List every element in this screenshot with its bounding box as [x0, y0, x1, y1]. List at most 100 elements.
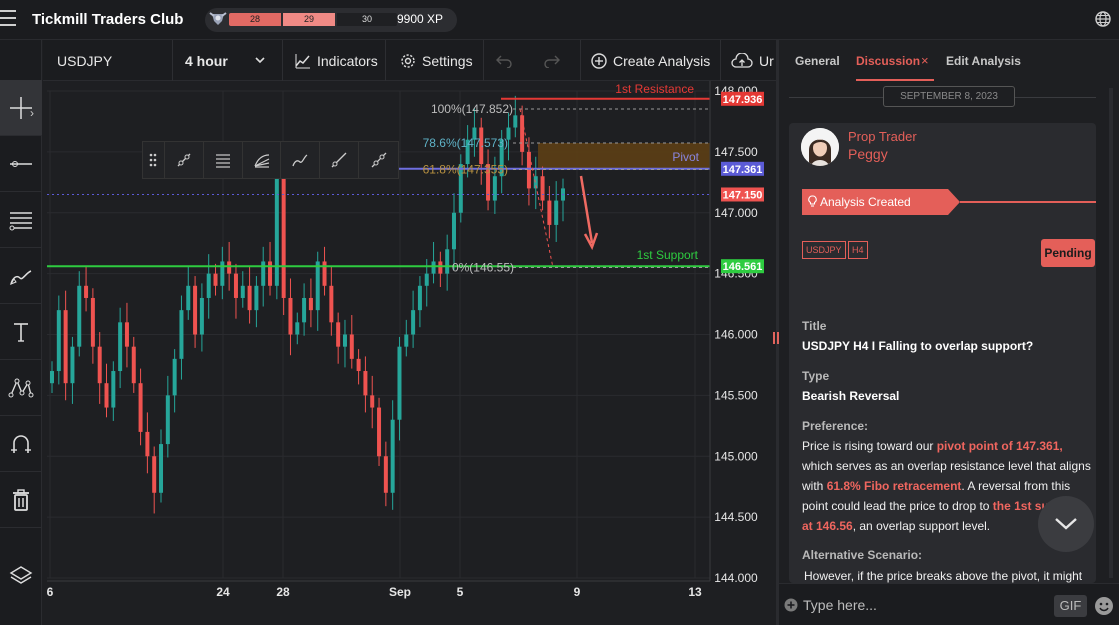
- tab-discussion[interactable]: Discussion: [856, 54, 920, 68]
- candle: [70, 346, 75, 384]
- candle: [329, 285, 334, 323]
- candle: [138, 383, 143, 432]
- interval-tag: H4: [848, 241, 868, 259]
- upload-label: Ur: [759, 52, 774, 69]
- gif-button[interactable]: GIF: [1054, 595, 1087, 617]
- candle: [206, 273, 211, 298]
- xp-progress: 28 29 30 9900 XP: [205, 8, 457, 32]
- upload-button[interactable]: Ur: [721, 40, 776, 81]
- candle: [404, 334, 409, 347]
- x-tick-label: 28: [276, 585, 290, 599]
- settings-button[interactable]: Settings: [386, 40, 484, 81]
- emoji-icon[interactable]: [1094, 596, 1114, 616]
- text-tool[interactable]: [0, 304, 42, 360]
- pattern-icon: [8, 378, 34, 397]
- candle: [179, 310, 184, 359]
- candle: [356, 358, 361, 372]
- draw-trendline-button[interactable]: [165, 142, 204, 178]
- magnet-tool[interactable]: [0, 416, 42, 472]
- pattern-tool[interactable]: [0, 360, 42, 416]
- candle: [63, 310, 68, 384]
- draw-ray-button[interactable]: [320, 142, 360, 178]
- interval-selector[interactable]: 4 hour: [173, 40, 283, 81]
- candle: [513, 115, 518, 128]
- text-icon: [14, 322, 28, 342]
- extended-line-icon: [371, 152, 387, 168]
- analysis-created-label: Analysis Created: [820, 195, 911, 209]
- candle: [90, 297, 95, 347]
- ray-icon: [331, 152, 347, 168]
- candle: [377, 407, 382, 457]
- candle: [145, 431, 150, 457]
- trendline-icon: [177, 153, 191, 167]
- fib-diagonal: [519, 108, 554, 268]
- indicators-button[interactable]: Indicators: [283, 40, 386, 81]
- brush-tool[interactable]: [0, 248, 42, 304]
- layers-icon: [9, 566, 33, 584]
- active-tab-underline: [856, 79, 934, 81]
- candle: [84, 285, 89, 298]
- candle: [438, 261, 443, 274]
- candle: [315, 261, 320, 311]
- trendline-tool[interactable]: [0, 136, 42, 192]
- draw-fib-button[interactable]: [204, 142, 243, 178]
- candle: [131, 346, 136, 384]
- fibonacci-icon: [9, 211, 32, 230]
- candle: [233, 273, 238, 298]
- candle: [268, 261, 273, 286]
- settings-label: Settings: [422, 52, 473, 69]
- avatar[interactable]: [801, 128, 839, 166]
- app-title: Tickmill Traders Club: [32, 11, 184, 28]
- drawing-tools-sidebar: ›: [0, 40, 42, 625]
- fib-100-label: 100%(147.852): [431, 102, 513, 116]
- x-tick-label: 13: [688, 585, 702, 599]
- symbol-tag: USDJPY: [802, 241, 846, 259]
- globe-icon[interactable]: [1094, 10, 1112, 28]
- redo-button[interactable]: [530, 40, 581, 81]
- trash-icon: [13, 488, 29, 511]
- candle: [240, 285, 245, 298]
- tab-general[interactable]: General: [795, 54, 840, 68]
- symbol-selector[interactable]: USDJPY: [43, 40, 173, 81]
- undo-button[interactable]: [484, 40, 530, 81]
- bearish-arrow-drawing: [579, 175, 599, 251]
- drag-handle-icon[interactable]: [143, 142, 165, 178]
- x-tick-label: Sep: [389, 585, 411, 599]
- expand-arrow-icon[interactable]: ›: [30, 106, 34, 120]
- support-label: 1st Support: [637, 248, 699, 262]
- y-tick-label: 145.000: [714, 449, 758, 463]
- layers-tool[interactable]: [0, 548, 42, 604]
- draw-brush-button[interactable]: [281, 142, 321, 178]
- delete-tool[interactable]: [0, 472, 42, 528]
- panel-scrollbar[interactable]: [1109, 88, 1113, 578]
- draw-fib-fan-button[interactable]: [243, 142, 282, 178]
- candle: [411, 310, 416, 335]
- scroll-down-button[interactable]: [1038, 496, 1094, 552]
- add-attachment-icon[interactable]: [784, 598, 798, 612]
- tab-edit-analysis[interactable]: Edit Analysis: [946, 54, 1021, 68]
- undo-icon: [496, 55, 512, 68]
- candle: [56, 310, 61, 372]
- top-bar: Tickmill Traders Club 28 29 30 9900 XP: [0, 0, 1119, 40]
- candle: [50, 371, 54, 384]
- hamburger-menu-icon[interactable]: [0, 10, 18, 30]
- levels: [47, 97, 710, 269]
- y-tick-label: 147.500: [714, 145, 758, 159]
- candle: [336, 322, 341, 347]
- message-input[interactable]: [803, 590, 1043, 620]
- candle: [124, 322, 129, 347]
- candle: [288, 297, 293, 335]
- candle: [274, 176, 279, 286]
- draw-extended-line-button[interactable]: [359, 142, 398, 178]
- close-tab-icon[interactable]: ×: [921, 53, 929, 68]
- analysis-panel: General Discussion × Edit Analysis SEPTE…: [779, 40, 1119, 625]
- author-name[interactable]: Peggy: [848, 146, 888, 162]
- crosshair-tool[interactable]: [0, 80, 42, 136]
- title-label: Title: [802, 319, 827, 333]
- candle: [397, 346, 402, 420]
- status-badge: Pending: [1041, 239, 1095, 267]
- create-analysis-button[interactable]: Create Analysis: [581, 40, 721, 81]
- fib-tool[interactable]: [0, 192, 42, 248]
- candle: [520, 115, 525, 152]
- type-label: Type: [802, 369, 830, 383]
